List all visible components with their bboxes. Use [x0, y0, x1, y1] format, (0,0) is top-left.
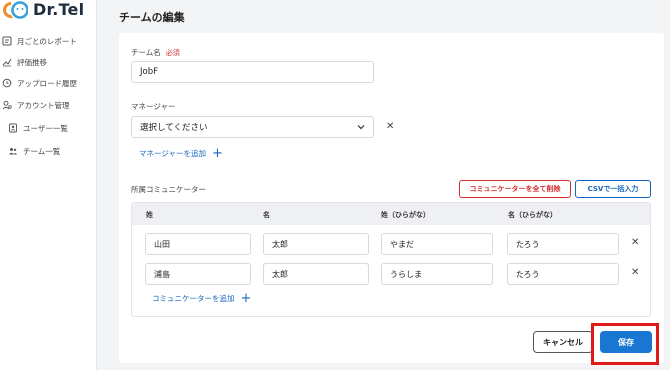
sidebar-item-label: 評価推移 — [17, 57, 47, 67]
first-name-kana-input[interactable]: たろう — [507, 233, 619, 255]
manager-select-value: 選択してください — [140, 123, 208, 133]
add-manager-button[interactable]: マネージャーを追加 + — [139, 145, 223, 161]
sidebar-item-upload-history[interactable]: アップロード履歴 — [2, 75, 77, 91]
sidebar-item-label: 月ごとのレポート — [17, 36, 77, 46]
csv-import-button[interactable]: CSVで一括入力 — [575, 180, 651, 198]
last-name-kana-input[interactable]: うらしま — [381, 263, 493, 285]
history-icon — [2, 78, 12, 88]
team-name-value: JobF — [140, 67, 158, 77]
plus-icon: + — [240, 290, 252, 306]
first-name-input[interactable]: 太郎 — [263, 263, 369, 285]
team-name-input[interactable]: JobF — [131, 61, 374, 83]
logo-icon — [3, 1, 28, 19]
header-last-name: 姓 — [146, 211, 153, 219]
required-badge: 必須 — [165, 49, 180, 57]
add-communicator-label: コミュニケーターを追加 — [152, 294, 235, 303]
trend-icon — [2, 58, 12, 67]
sidebar-item-label: ユーザー一覧 — [23, 123, 68, 133]
team-name-label: チーム名 必須 — [131, 47, 180, 58]
header-first-name: 名 — [263, 211, 270, 219]
sidebar: Dr.Tel 月ごとのレポート 評価推移 アップロード履歴 アカウント管理 ユー… — [0, 0, 97, 370]
remove-row-button[interactable]: ✕ — [631, 267, 639, 278]
delete-all-communicators-button[interactable]: コミュニケーターを全て削除 — [459, 180, 571, 198]
manager-label: マネージャー — [131, 102, 176, 111]
sidebar-item-user-list[interactable]: ユーザー一覧 — [8, 120, 68, 136]
sidebar-item-account-management[interactable]: アカウント管理 — [2, 97, 70, 113]
header-last-name-kana: 姓（ひらがな） — [381, 211, 430, 219]
sidebar-item-label: チーム一覧 — [23, 146, 61, 156]
first-name-kana-input[interactable]: たろう — [507, 263, 619, 285]
sidebar-item-monthly-report[interactable]: 月ごとのレポート — [2, 33, 77, 49]
remove-row-button[interactable]: ✕ — [631, 237, 639, 248]
cancel-button[interactable]: キャンセル — [533, 331, 593, 353]
sidebar-item-label: アップロード履歴 — [17, 78, 77, 88]
sidebar-item-label: アカウント管理 — [17, 100, 70, 110]
sidebar-item-evaluation-trend[interactable]: 評価推移 — [2, 54, 47, 70]
last-name-input[interactable]: 山田 — [145, 233, 251, 255]
clear-manager-button[interactable]: ✕ — [386, 121, 394, 132]
table-header: 姓 名 姓（ひらがな） 名（ひらがな） — [132, 203, 650, 225]
sidebar-item-team-list[interactable]: チーム一覧 — [8, 143, 60, 159]
report-icon — [2, 36, 12, 46]
plus-icon: + — [211, 145, 223, 161]
add-communicator-button[interactable]: コミュニケーターを追加 + — [152, 290, 252, 306]
team-list-icon — [8, 148, 18, 155]
user-list-icon — [9, 123, 17, 133]
add-manager-label: マネージャーを追加 — [139, 149, 206, 158]
last-name-kana-input[interactable]: やまだ — [381, 233, 493, 255]
communicators-label: 所属コミュニケーター — [131, 185, 206, 194]
header-first-name-kana: 名（ひらがな） — [508, 211, 557, 219]
account-icon — [2, 100, 12, 110]
chevron-down-icon — [357, 125, 365, 130]
save-button[interactable]: 保存 — [600, 331, 652, 353]
manager-select[interactable]: 選択してください — [131, 116, 374, 138]
last-name-input[interactable]: 浦島 — [145, 263, 251, 285]
logo-text: Dr.Tel — [33, 0, 85, 19]
team-name-label-text: チーム名 — [131, 48, 161, 57]
first-name-input[interactable]: 太郎 — [263, 233, 369, 255]
page-title: チームの編集 — [119, 11, 185, 24]
